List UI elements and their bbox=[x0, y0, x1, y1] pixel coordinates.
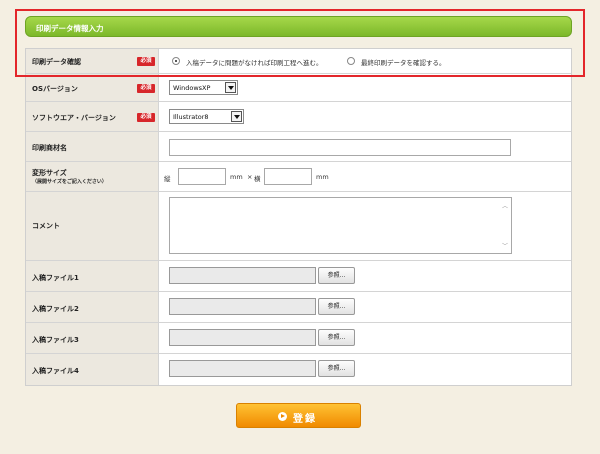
required-badge: 必須 bbox=[137, 84, 155, 93]
software-label: ソフトウエア・バージョン bbox=[32, 114, 116, 122]
row-label-cell: 入稿ファイル1 bbox=[26, 261, 159, 291]
row-label-cell: 入稿ファイル3 bbox=[26, 323, 159, 353]
material-label: 印刷商材名 bbox=[32, 144, 67, 152]
print-data-form: 印刷データ確認 必須 入稿データに問題がなければ印刷工程へ進む。 最終印刷データ… bbox=[25, 48, 572, 386]
file-1-content: 参照... bbox=[160, 261, 571, 291]
row-file-1: 入稿ファイル1 参照... bbox=[26, 261, 571, 292]
file-4-path-input[interactable] bbox=[169, 360, 316, 377]
chevron-down-icon[interactable] bbox=[225, 82, 236, 93]
software-select[interactable]: Illustrator8 bbox=[169, 109, 244, 124]
os-content: WindowsXP bbox=[160, 74, 571, 101]
software-content: Illustrator8 bbox=[160, 102, 571, 131]
file-4-browse-button[interactable]: 参照... bbox=[318, 360, 355, 377]
file-3-browse-button[interactable]: 参照... bbox=[318, 329, 355, 346]
os-label: OSバージョン bbox=[32, 85, 78, 93]
row-label-cell: 印刷商材名 bbox=[26, 132, 159, 161]
scroll-up-icon[interactable]: ︿ bbox=[502, 201, 508, 210]
height-label: 縦 bbox=[164, 175, 171, 183]
file-1-path-input[interactable] bbox=[169, 267, 316, 284]
row-label-cell: コメント bbox=[26, 192, 159, 260]
row-os-version: OSバージョン 必須 WindowsXP bbox=[26, 74, 571, 102]
file-3-content: 参照... bbox=[160, 323, 571, 353]
register-button-label: 登録 bbox=[293, 414, 317, 425]
required-badge: 必須 bbox=[137, 113, 155, 122]
file-1-label: 入稿ファイル1 bbox=[32, 274, 79, 282]
comment-content: ︿ ﹀ bbox=[160, 192, 571, 260]
width-input[interactable] bbox=[264, 168, 312, 185]
file-2-content: 参照... bbox=[160, 292, 571, 322]
material-content bbox=[160, 132, 571, 161]
width-unit: mm bbox=[316, 173, 329, 181]
os-select[interactable]: WindowsXP bbox=[169, 80, 238, 95]
row-label-cell: 入稿ファイル4 bbox=[26, 354, 159, 385]
file-4-label: 入稿ファイル4 bbox=[32, 367, 79, 375]
width-label: 横 bbox=[254, 175, 261, 183]
file-4-content: 参照... bbox=[160, 354, 571, 385]
row-file-2: 入稿ファイル2 参照... bbox=[26, 292, 571, 323]
row-custom-size: 変形サイズ （展開サイズをご記入ください） 縦 mm × 横 mm bbox=[26, 162, 571, 192]
os-select-value: WindowsXP bbox=[173, 84, 211, 92]
software-select-value: Illustrator8 bbox=[173, 113, 209, 121]
size-content: 縦 mm × 横 mm bbox=[160, 162, 571, 191]
comment-textarea[interactable]: ︿ ﹀ bbox=[169, 197, 512, 254]
highlight-frame bbox=[15, 9, 585, 77]
row-file-4: 入稿ファイル4 参照... bbox=[26, 354, 571, 385]
row-label-cell: 入稿ファイル2 bbox=[26, 292, 159, 322]
file-2-browse-button[interactable]: 参照... bbox=[318, 298, 355, 315]
register-button[interactable]: 登録 bbox=[236, 403, 361, 428]
row-label-cell: 変形サイズ （展開サイズをご記入ください） bbox=[26, 162, 159, 191]
scroll-down-icon[interactable]: ﹀ bbox=[502, 241, 508, 250]
size-separator: × bbox=[247, 173, 253, 181]
comment-label: コメント bbox=[32, 222, 60, 230]
file-1-browse-button[interactable]: 参照... bbox=[318, 267, 355, 284]
row-comment: コメント ︿ ﹀ bbox=[26, 192, 571, 261]
file-2-label: 入稿ファイル2 bbox=[32, 305, 79, 313]
play-circle-icon bbox=[278, 412, 287, 421]
file-2-path-input[interactable] bbox=[169, 298, 316, 315]
height-input[interactable] bbox=[178, 168, 226, 185]
file-3-path-input[interactable] bbox=[169, 329, 316, 346]
row-material-name: 印刷商材名 bbox=[26, 132, 571, 162]
row-software-version: ソフトウエア・バージョン 必須 Illustrator8 bbox=[26, 102, 571, 132]
material-name-input[interactable] bbox=[169, 139, 511, 156]
row-label-cell: ソフトウエア・バージョン 必須 bbox=[26, 102, 159, 131]
row-file-3: 入稿ファイル3 参照... bbox=[26, 323, 571, 354]
row-label-cell: OSバージョン 必須 bbox=[26, 74, 159, 101]
size-sublabel: （展開サイズをご記入ください） bbox=[32, 179, 107, 185]
file-3-label: 入稿ファイル3 bbox=[32, 336, 79, 344]
chevron-down-icon[interactable] bbox=[231, 111, 242, 122]
size-label: 変形サイズ bbox=[32, 169, 67, 177]
height-unit: mm bbox=[230, 173, 243, 181]
